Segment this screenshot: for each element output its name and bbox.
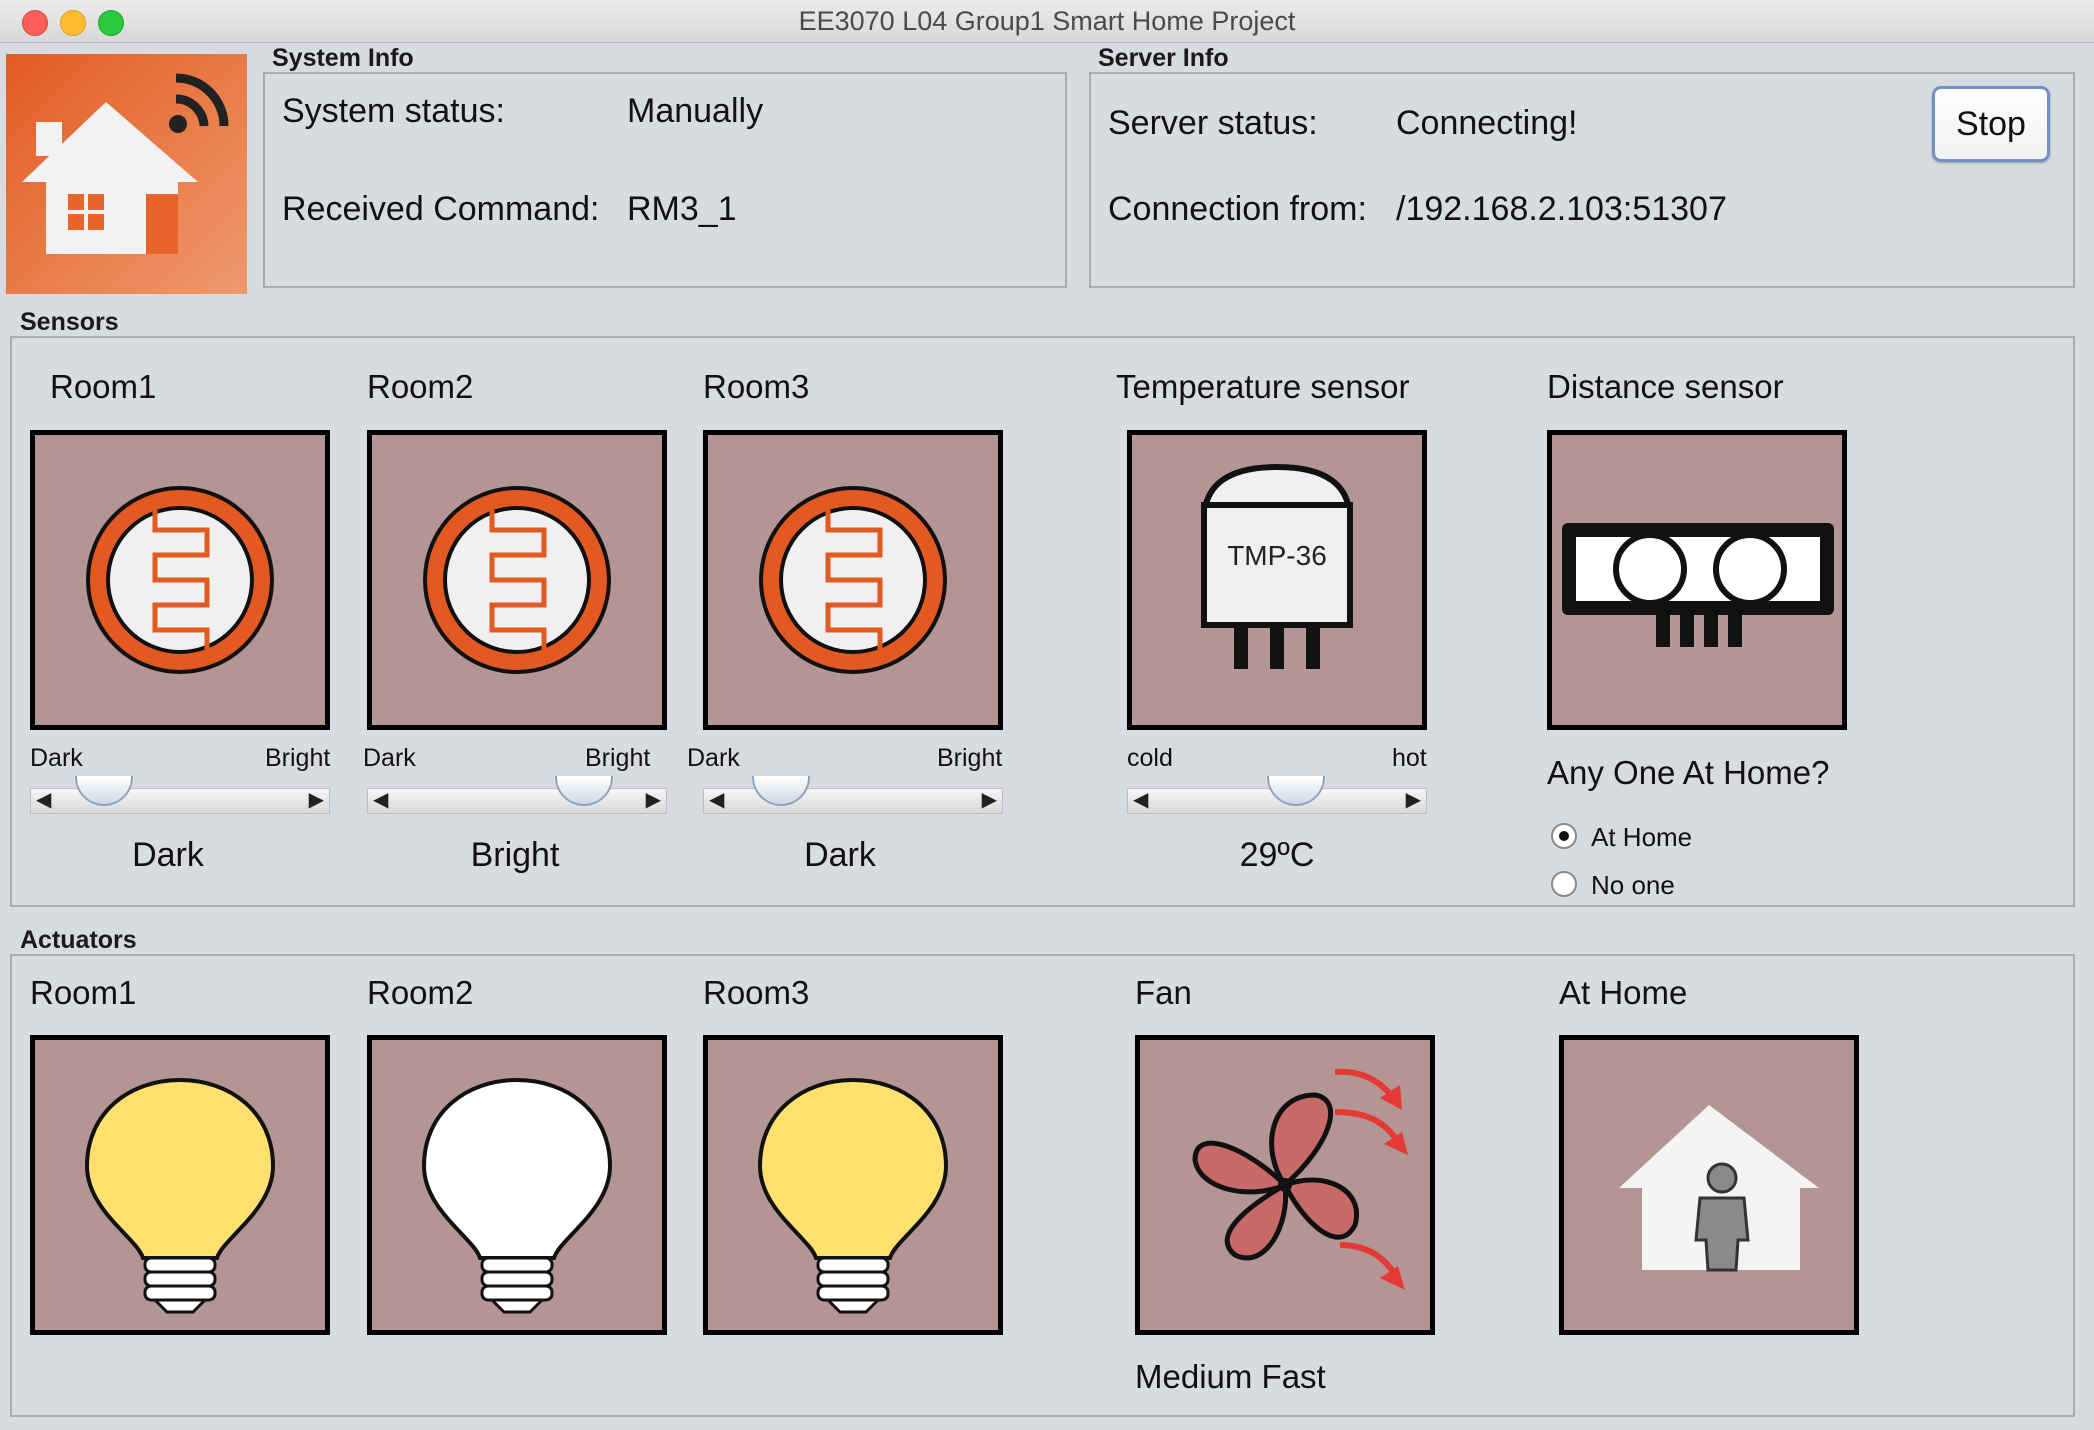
sensor-room3-title: Room3 xyxy=(703,368,810,405)
temperature-slider[interactable]: ◀ ▶ xyxy=(1127,776,1427,816)
room1-light-state: Dark xyxy=(132,836,204,874)
actuator-room3-title: Room3 xyxy=(703,974,810,1011)
radio-at-home[interactable] xyxy=(1551,823,1577,849)
room2-light-slider[interactable]: ◀ ▶ xyxy=(367,776,667,816)
distance-sensor-title: Distance sensor xyxy=(1547,368,1784,405)
server-status-label: Server status: xyxy=(1108,104,1318,142)
radio-no-one-label: No one xyxy=(1591,870,1675,900)
radio-no-one[interactable] xyxy=(1551,871,1577,897)
room1-light-slider[interactable]: ◀ ▶ xyxy=(30,776,330,816)
sensor-room2-title: Room2 xyxy=(367,368,474,405)
server-info-header: Server Info xyxy=(1098,44,1229,72)
temperature-sensor-title: Temperature sensor xyxy=(1116,368,1410,405)
system-info-header: System Info xyxy=(272,44,414,72)
received-command-label: Received Command: xyxy=(282,190,600,228)
temperature-sensor-icon: TMP-36 xyxy=(1127,430,1427,730)
received-command-value: RM3_1 xyxy=(627,190,737,228)
radio-at-home-label: At Home xyxy=(1591,822,1693,852)
room2-max-label: Bright xyxy=(585,744,651,772)
connection-from-value: /192.168.2.103:51307 xyxy=(1396,190,1727,228)
room3-light-state: Dark xyxy=(804,836,876,874)
room2-min-label: Dark xyxy=(363,744,416,772)
sensors-header: Sensors xyxy=(20,308,119,336)
sensor-room1-title: Room1 xyxy=(50,368,157,405)
actuator-room2-title: Room2 xyxy=(367,974,474,1011)
fan-icon xyxy=(1135,1035,1435,1335)
actuators-header: Actuators xyxy=(20,926,137,954)
fan-title: Fan xyxy=(1135,974,1192,1011)
smart-home-wifi-icon xyxy=(6,54,247,294)
photoresistor-icon xyxy=(30,430,330,730)
light-bulb-icon xyxy=(703,1035,1003,1335)
room3-min-label: Dark xyxy=(687,744,740,772)
room1-min-label: Dark xyxy=(30,744,83,772)
photoresistor-icon xyxy=(367,430,667,730)
ultrasonic-sensor-icon xyxy=(1547,430,1847,730)
light-bulb-icon xyxy=(367,1035,667,1335)
server-status-value: Connecting! xyxy=(1396,104,1578,142)
stop-button[interactable]: Stop xyxy=(1932,86,2050,162)
connection-from-label: Connection from: xyxy=(1108,190,1367,228)
at-home-title: At Home xyxy=(1559,974,1688,1011)
room1-max-label: Bright xyxy=(265,744,331,772)
room2-light-state: Bright xyxy=(470,836,560,874)
temperature-max-label: hot xyxy=(1392,744,1427,772)
system-status-value: Manually xyxy=(627,92,764,130)
fan-speed-value: Medium Fast xyxy=(1135,1358,1326,1395)
photoresistor-icon xyxy=(703,430,1003,730)
person-at-home-icon xyxy=(1559,1035,1859,1335)
actuator-room1-title: Room1 xyxy=(30,974,137,1011)
temperature-value: 29ºC xyxy=(1239,836,1315,874)
system-status-label: System status: xyxy=(282,92,505,130)
presence-question: Any One At Home? xyxy=(1547,754,1830,791)
room3-light-slider[interactable]: ◀ ▶ xyxy=(703,776,1003,816)
temperature-min-label: cold xyxy=(1127,744,1173,772)
light-bulb-icon xyxy=(30,1035,330,1335)
room3-max-label: Bright xyxy=(937,744,1003,772)
window-title: EE3070 L04 Group1 Smart Home Project xyxy=(798,6,1296,36)
tmp36-chip-label: TMP-36 xyxy=(1227,540,1327,571)
window-titlebar: EE3070 L04 Group1 Smart Home Project xyxy=(0,0,2094,43)
